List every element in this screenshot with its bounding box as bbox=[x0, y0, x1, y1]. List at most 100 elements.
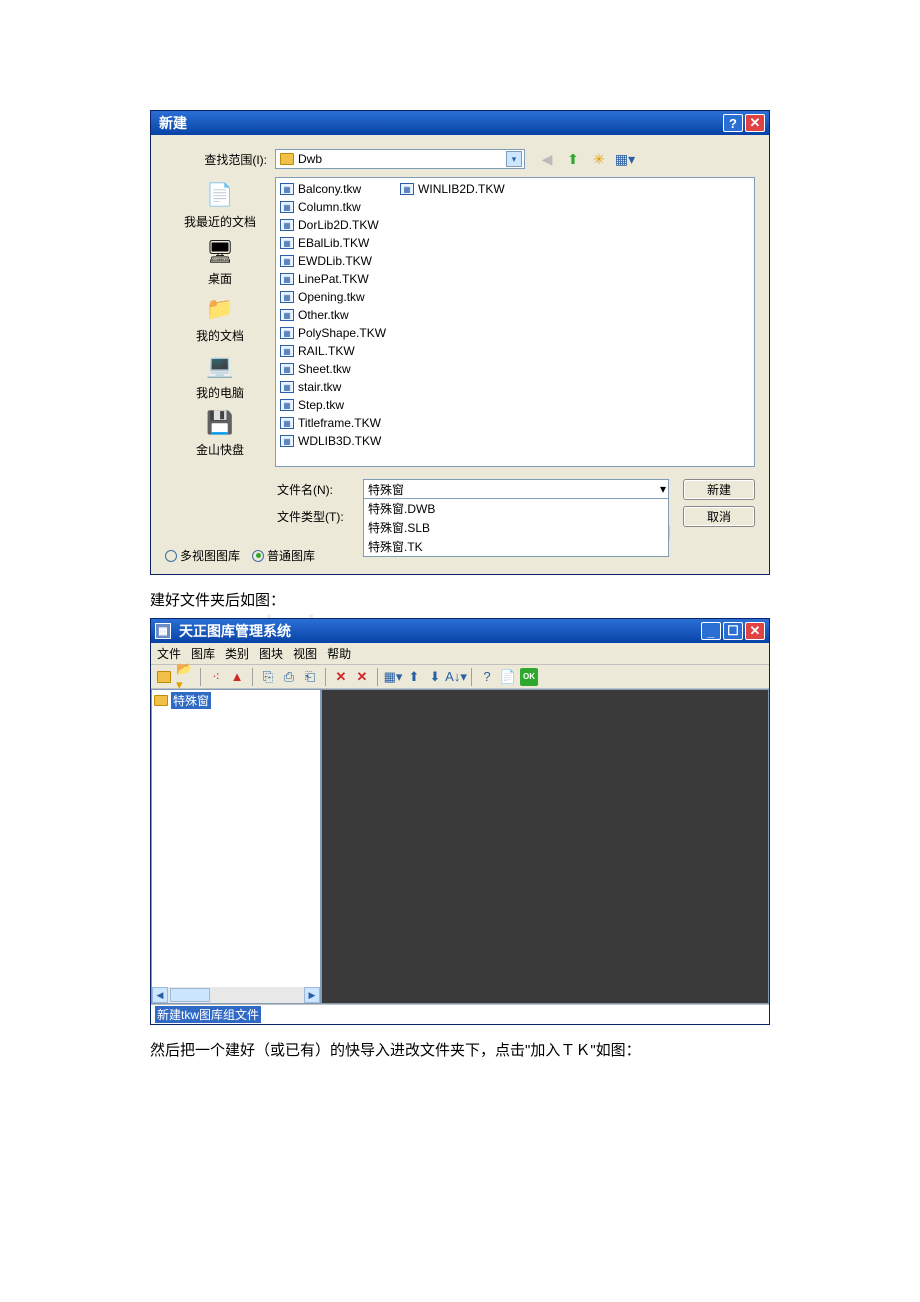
radio-normal[interactable]: 普通图库 bbox=[252, 547, 315, 564]
tree-item[interactable]: 特殊窗 bbox=[154, 692, 318, 709]
dialog-title: 新建 bbox=[155, 113, 723, 133]
place-label: 我最近的文档 bbox=[184, 213, 256, 230]
radio-off-icon bbox=[165, 550, 177, 562]
menu-category[interactable]: 类别 bbox=[225, 645, 249, 662]
tb-up-icon[interactable]: ⬆ bbox=[405, 668, 423, 686]
tb-help-icon[interactable]: ? bbox=[478, 668, 496, 686]
file-item[interactable]: ▦Titleframe.TKW bbox=[280, 414, 400, 432]
lookin-label: 查找范围(I): bbox=[165, 151, 275, 168]
place-label: 我的文档 bbox=[196, 327, 244, 344]
maximize-button[interactable]: ☐ bbox=[723, 622, 743, 640]
titlebar: 新建 ? ✕ bbox=[151, 111, 769, 135]
filename-input[interactable]: 特殊窗 ▾ bbox=[363, 479, 669, 499]
file-icon: ▦ bbox=[400, 183, 414, 195]
cancel-button[interactable]: 取消 bbox=[683, 506, 755, 527]
place-mydocs[interactable]: 📁 我的文档 bbox=[196, 293, 244, 344]
file-item[interactable]: ▦Other.tkw bbox=[280, 306, 400, 324]
file-item[interactable]: ▦stair.tkw bbox=[280, 378, 400, 396]
file-icon: ▦ bbox=[280, 255, 294, 267]
file-icon: ▦ bbox=[280, 399, 294, 411]
file-item[interactable]: ▦LinePat.TKW bbox=[280, 270, 400, 288]
menu-help[interactable]: 帮助 bbox=[327, 645, 351, 662]
preview-pane bbox=[321, 689, 769, 1004]
tb-doc-icon[interactable]: 📄 bbox=[499, 668, 517, 686]
file-item[interactable]: ▦DorLib2D.TKW bbox=[280, 216, 400, 234]
tb-paste-icon[interactable]: ⎗ bbox=[301, 668, 319, 686]
scroll-thumb[interactable] bbox=[170, 988, 210, 1002]
tb-open-icon[interactable]: 📂▾ bbox=[176, 668, 194, 686]
menu-view[interactable]: 视图 bbox=[293, 645, 317, 662]
file-item[interactable]: ▦EBalLib.TKW bbox=[280, 234, 400, 252]
up-folder-icon[interactable]: ⬆ bbox=[563, 149, 583, 169]
file-item[interactable]: ▦Step.tkw bbox=[280, 396, 400, 414]
help-button[interactable]: ? bbox=[723, 114, 743, 132]
tb-tri-icon[interactable]: ▲ bbox=[228, 668, 246, 686]
file-item[interactable]: ▦WINLIB2D.TKW bbox=[400, 180, 519, 198]
tb-new-icon[interactable] bbox=[155, 668, 173, 686]
close-button[interactable]: ✕ bbox=[745, 622, 765, 640]
new-folder-icon[interactable]: ✳ bbox=[589, 149, 609, 169]
recent-docs-icon: 📄 bbox=[204, 179, 236, 211]
file-icon: ▦ bbox=[280, 381, 294, 393]
tb-sort-icon[interactable]: A↓▾ bbox=[447, 668, 465, 686]
place-recent[interactable]: 📄 我最近的文档 bbox=[184, 179, 256, 230]
place-computer[interactable]: 💻 我的电脑 bbox=[196, 350, 244, 401]
file-item[interactable]: ▦EWDLib.TKW bbox=[280, 252, 400, 270]
file-icon: ▦ bbox=[280, 183, 294, 195]
file-item[interactable]: ▦Balcony.tkw bbox=[280, 180, 400, 198]
library-manager-window: ▦ 天正图库管理系统 _ ☐ ✕ 文件 图库 类别 图块 视图 帮助 📂▾ ⁖ … bbox=[150, 618, 770, 1025]
tree-pane[interactable]: 特殊窗 ◀ ▶ bbox=[151, 689, 321, 1004]
minimize-button[interactable]: _ bbox=[701, 622, 721, 640]
desktop-icon: 🖥 bbox=[204, 236, 236, 268]
disk-icon: 💾 bbox=[204, 407, 236, 439]
menu-block[interactable]: 图块 bbox=[259, 645, 283, 662]
filetype-option[interactable]: 特殊窗.SLB bbox=[364, 518, 668, 537]
view-menu-icon[interactable]: ▦▾ bbox=[615, 149, 635, 169]
file-icon: ▦ bbox=[280, 219, 294, 231]
filetype-option[interactable]: 特殊窗.TK bbox=[364, 537, 668, 556]
separator bbox=[252, 668, 253, 686]
place-desktop[interactable]: 🖥 桌面 bbox=[204, 236, 236, 287]
file-item[interactable]: ▦Column.tkw bbox=[280, 198, 400, 216]
close-button[interactable]: ✕ bbox=[745, 114, 765, 132]
filename-label: 文件名(N): bbox=[165, 479, 333, 498]
place-label: 桌面 bbox=[208, 270, 232, 287]
file-item[interactable]: ▦WDLIB3D.TKW bbox=[280, 432, 400, 450]
file-item[interactable]: ▦PolyShape.TKW bbox=[280, 324, 400, 342]
tb-down-icon[interactable]: ⬇ bbox=[426, 668, 444, 686]
filetype-dropdown-list[interactable]: 特殊窗.DWB 特殊窗.SLB 特殊窗.TK bbox=[363, 499, 669, 557]
places-bar: 📄 我最近的文档 🖥 桌面 📁 我的文档 💻 我的电脑 bbox=[165, 177, 275, 467]
radio-multiview[interactable]: 多视图图库 bbox=[165, 547, 240, 564]
file-icon: ▦ bbox=[280, 417, 294, 429]
horizontal-scrollbar[interactable]: ◀ ▶ bbox=[152, 987, 320, 1003]
place-kuaipan[interactable]: 💾 金山快盘 bbox=[196, 407, 244, 458]
tb-attach-icon[interactable]: ⎘ bbox=[259, 668, 277, 686]
file-item[interactable]: ▦RAIL.TKW bbox=[280, 342, 400, 360]
tb-copy-icon[interactable]: ⎙ bbox=[280, 668, 298, 686]
scroll-left-icon[interactable]: ◀ bbox=[152, 987, 168, 1003]
filetype-option[interactable]: 特殊窗.DWB bbox=[364, 499, 668, 518]
new-button[interactable]: 新建 bbox=[683, 479, 755, 500]
scroll-right-icon[interactable]: ▶ bbox=[304, 987, 320, 1003]
file-item[interactable]: ▦Sheet.tkw bbox=[280, 360, 400, 378]
file-listing[interactable]: ▦Balcony.tkw ▦Column.tkw ▦DorLib2D.TKW ▦… bbox=[275, 177, 755, 467]
scroll-track[interactable] bbox=[168, 987, 304, 1003]
separator bbox=[377, 668, 378, 686]
tb-delete2-icon[interactable]: ✕ bbox=[353, 668, 371, 686]
statusbar: 新建tkw图库组文件 bbox=[151, 1004, 769, 1024]
tb-grid-icon[interactable]: ▦▾ bbox=[384, 668, 402, 686]
tb-ok-icon[interactable]: OK bbox=[520, 668, 538, 686]
folder-icon bbox=[280, 153, 294, 165]
back-icon[interactable]: ◀ bbox=[537, 149, 557, 169]
lookin-combo[interactable]: Dwb ▾ bbox=[275, 149, 525, 169]
body-text-1: 建好文件夹后如图： bbox=[150, 589, 770, 610]
file-item[interactable]: ▦Opening.tkw bbox=[280, 288, 400, 306]
body-text-2: 然后把一个建好（或已有）的快导入进改文件夹下，点击"加入ＴＫ"如图： bbox=[150, 1039, 770, 1060]
tb-dots-icon[interactable]: ⁖ bbox=[207, 668, 225, 686]
dropdown-arrow-icon[interactable]: ▾ bbox=[506, 151, 522, 167]
tb-delete1-icon[interactable]: ✕ bbox=[332, 668, 350, 686]
menu-library[interactable]: 图库 bbox=[191, 645, 215, 662]
dropdown-arrow-icon[interactable]: ▾ bbox=[660, 482, 666, 496]
file-icon: ▦ bbox=[280, 363, 294, 375]
menu-file[interactable]: 文件 bbox=[157, 645, 181, 662]
